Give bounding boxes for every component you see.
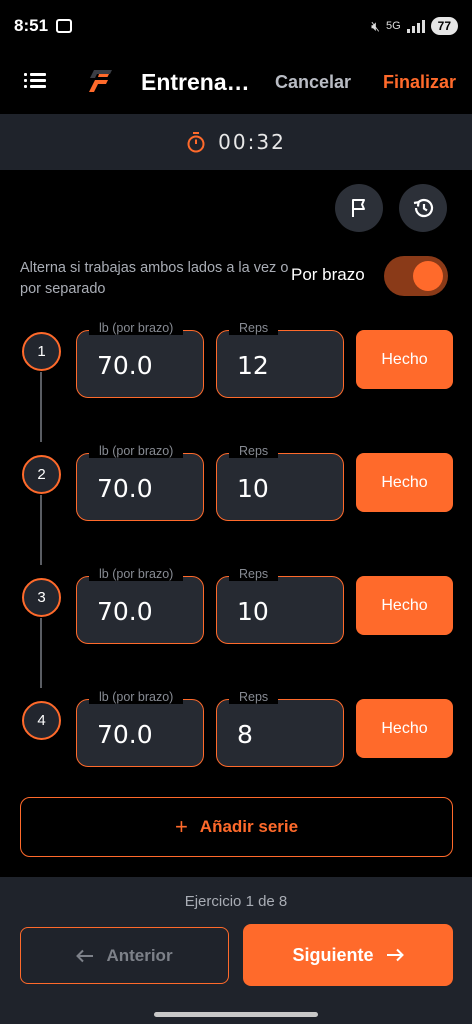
weight-input[interactable]: lb (por brazo) 70.0: [76, 321, 204, 398]
reps-value: 10: [237, 474, 269, 503]
footer-nav: Ejercicio 1 de 8 Anterior Siguiente: [0, 877, 472, 1024]
next-label: Siguiente: [292, 944, 374, 965]
finish-button[interactable]: Finalizar: [383, 72, 456, 93]
add-set-label: Añadir serie: [199, 817, 299, 836]
status-time: 8:51: [14, 16, 49, 35]
timer-bar: 00:32: [0, 114, 472, 170]
arrow-left-icon: [76, 949, 94, 962]
status-icons: 🔇︎ 5G 77: [371, 17, 458, 35]
weight-value: 70.0: [97, 474, 153, 503]
reps-label: Reps: [229, 321, 279, 335]
done-button[interactable]: Hecho: [356, 699, 453, 758]
per-arm-toggle[interactable]: [384, 256, 448, 296]
page-title: Entrenamiento: [141, 69, 259, 95]
mute-icon: 🔇︎: [371, 17, 380, 34]
cancel-button[interactable]: Cancelar: [275, 72, 351, 93]
reps-input[interactable]: Reps 12: [216, 321, 344, 398]
weight-label: lb (por brazo): [89, 567, 184, 581]
previous-label: Anterior: [106, 945, 173, 965]
stopwatch-icon: [187, 132, 205, 153]
timer-value: 00:32: [218, 130, 286, 154]
history-icon: [413, 198, 434, 218]
set-number: 1: [22, 332, 61, 371]
reps-value: 10: [237, 597, 269, 626]
reps-label: Reps: [229, 444, 279, 458]
flag-icon: [352, 199, 365, 217]
network-label: 5G: [385, 20, 401, 32]
per-arm-label: Por brazo: [291, 265, 365, 284]
add-set-button[interactable]: + Añadir serie: [20, 797, 453, 857]
weight-label: lb (por brazo): [89, 690, 184, 704]
weight-value: 70.0: [97, 597, 153, 626]
done-button[interactable]: Hecho: [356, 576, 453, 635]
reps-input[interactable]: Reps 8: [216, 690, 344, 767]
weight-value: 70.0: [97, 351, 153, 380]
reps-label: Reps: [229, 690, 279, 704]
set-number: 4: [22, 701, 61, 740]
exercise-progress: Ejercicio 1 de 8: [184, 893, 288, 910]
signal-icon: [406, 19, 425, 33]
set-row: 4 lb (por brazo) 70.0 Reps 8 Hecho: [0, 690, 472, 769]
arrow-right-icon: [386, 948, 404, 962]
next-button[interactable]: Siguiente: [243, 924, 453, 986]
flag-button[interactable]: [335, 184, 383, 232]
weight-label: lb (por brazo): [89, 321, 184, 335]
done-button[interactable]: Hecho: [356, 453, 453, 512]
list-menu-icon[interactable]: [24, 73, 46, 89]
toggle-knob: [413, 261, 443, 291]
weight-input[interactable]: lb (por brazo) 70.0: [76, 444, 204, 521]
previous-button[interactable]: Anterior: [20, 927, 229, 984]
per-arm-hint: Alterna si trabajas ambos lados a la vez…: [20, 260, 289, 297]
reps-label: Reps: [229, 567, 279, 581]
set-row: 3 lb (por brazo) 70.0 Reps 10 Hecho: [0, 567, 472, 646]
weight-label: lb (por brazo): [89, 444, 184, 458]
set-row: 1 lb (por brazo) 70.0 Reps 12 Hecho: [0, 321, 472, 400]
set-number: 3: [22, 578, 61, 617]
screenshot-icon: [56, 19, 73, 33]
weight-input[interactable]: lb (por brazo) 70.0: [76, 690, 204, 767]
reps-input[interactable]: Reps 10: [216, 567, 344, 644]
plus-icon: +: [174, 814, 188, 839]
status-bar: 8:51 🔇︎ 5G 77: [0, 0, 472, 52]
reps-value: 12: [237, 351, 269, 380]
done-button[interactable]: Hecho: [356, 330, 453, 389]
weight-value: 70.0: [97, 720, 153, 749]
weight-input[interactable]: lb (por brazo) 70.0: [76, 567, 204, 644]
history-button[interactable]: [399, 184, 447, 232]
app-header: Entrenamiento Cancelar Finalizar: [0, 52, 472, 114]
app-logo-icon: [89, 70, 112, 92]
reps-value: 8: [237, 720, 253, 749]
home-indicator[interactable]: [154, 1012, 318, 1017]
reps-input[interactable]: Reps 10: [216, 444, 344, 521]
battery-indicator: 77: [430, 17, 458, 35]
set-row: 2 lb (por brazo) 70.0 Reps 10 Hecho: [0, 444, 472, 523]
set-number: 2: [22, 455, 61, 494]
